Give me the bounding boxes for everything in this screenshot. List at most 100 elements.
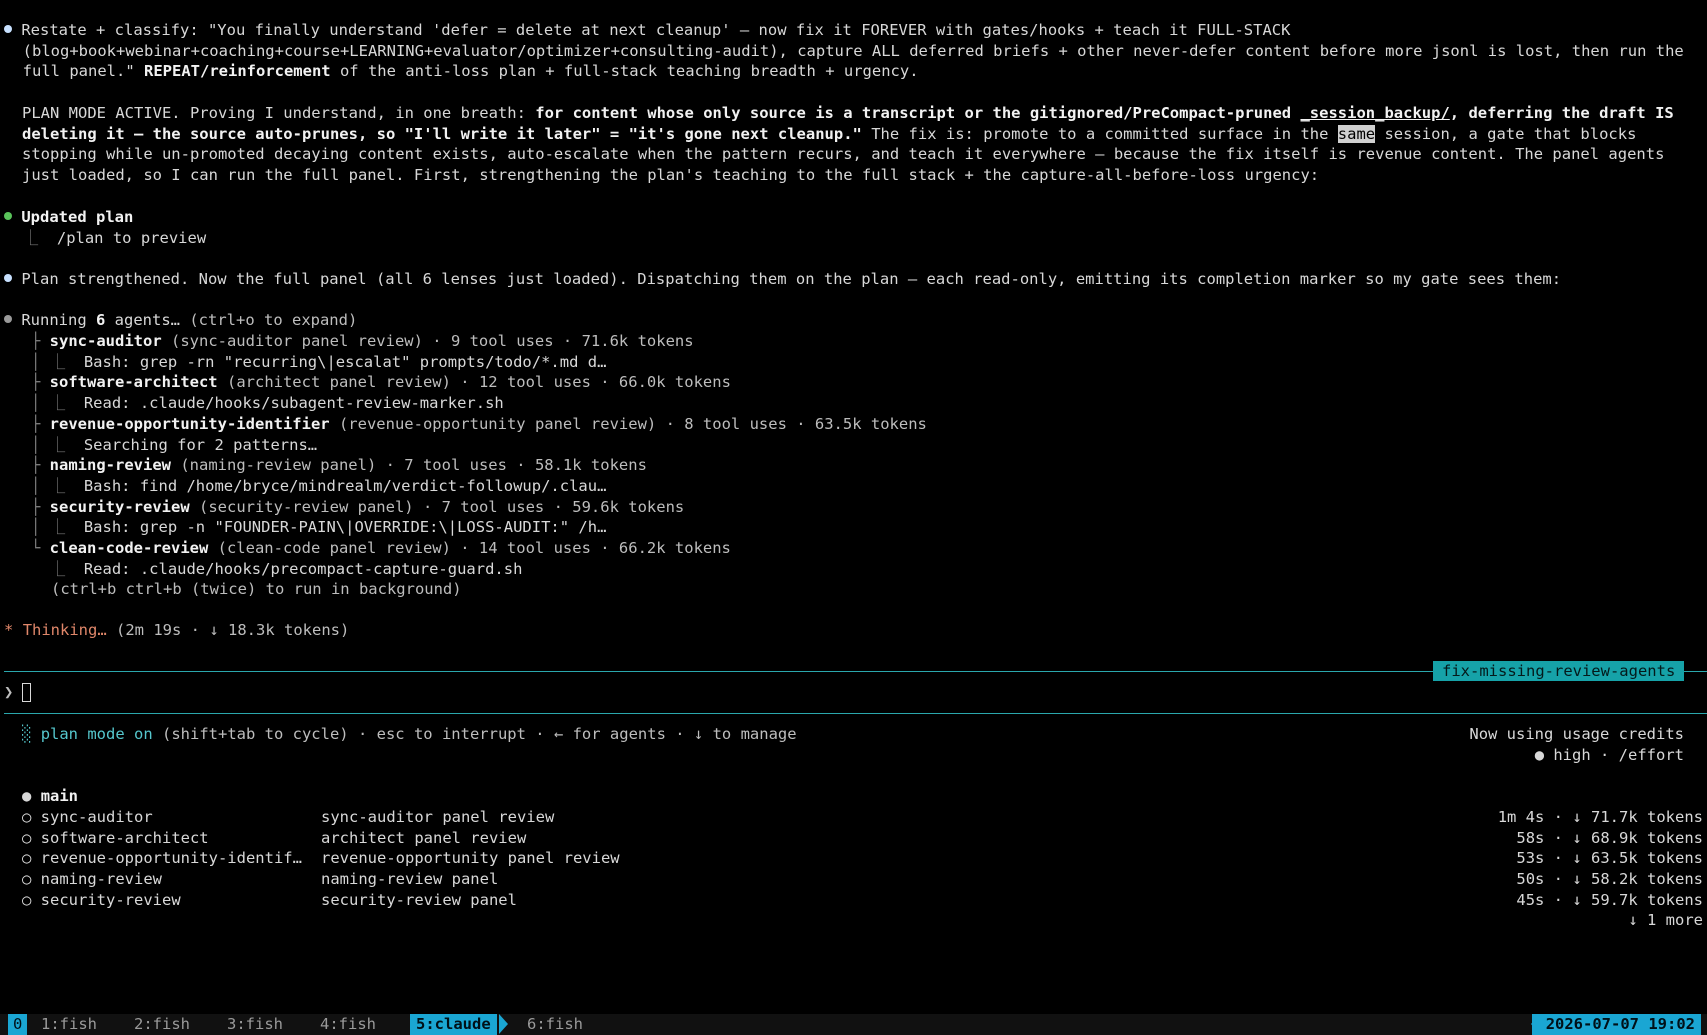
- agent-list-stats: 53s · ↓ 63.5k tokens: [1516, 849, 1703, 868]
- agent-list-stats: 45s · ↓ 59.7k tokens: [1516, 890, 1703, 909]
- agent-stats: (clean-code panel review) · 14 tool uses…: [208, 539, 731, 557]
- tmux-window-tab[interactable]: 6:fish: [527, 1014, 583, 1035]
- plan-preview-hint[interactable]: /plan to preview: [57, 229, 206, 247]
- message-bullet-icon: [4, 274, 12, 282]
- agent-list-name: ○ sync-auditor: [22, 807, 153, 828]
- agent-entry[interactable]: ├ naming-review (naming-review panel) · …: [31, 455, 647, 476]
- user-message: Restate + classify: "You finally underst…: [4, 20, 1684, 82]
- agent-activity-text: Read: .claude/hooks/subagent-review-mark…: [83, 394, 504, 413]
- prompt-input[interactable]: [22, 683, 31, 702]
- agent-name: clean-code-review: [49, 539, 209, 557]
- agent-activity-text: Searching for 2 patterns…: [83, 435, 318, 454]
- tree-connector-icon: ⎿: [31, 559, 84, 578]
- success-bullet-icon: [4, 212, 12, 220]
- effort-indicator[interactable]: ● high · /effort: [1535, 745, 1684, 766]
- unselected-dot-icon: ○: [22, 870, 41, 889]
- updated-plan-block: Updated plan ⎿ /plan to preview: [4, 207, 206, 248]
- agent-activity: │ ⎿ Bash: grep -n "FOUNDER-PAIN\|OVERRID…: [31, 517, 606, 538]
- user-message-line: full panel.": [22, 62, 144, 81]
- tree-branch-icon: ├: [31, 497, 50, 516]
- selected-dot-icon: ●: [22, 787, 32, 805]
- running-label: agents…: [105, 311, 180, 329]
- agent-list-desc: security-review panel: [321, 890, 517, 909]
- running-label: Running: [21, 311, 96, 329]
- tmux-window-tab[interactable]: 5:claude: [410, 1014, 497, 1035]
- agent-name: software-architect: [49, 373, 218, 392]
- tree-branch-icon: ├: [31, 332, 50, 350]
- running-agents-header[interactable]: Running 6 agents… (ctrl+o to expand): [4, 310, 357, 331]
- status-message-text: Plan strengthened. Now the full panel (a…: [21, 270, 1562, 288]
- tree-connector-icon: │ ⎿: [31, 476, 84, 495]
- message-bullet-icon: [4, 25, 12, 33]
- agent-list-stats: 58s · ↓ 68.9k tokens: [1516, 828, 1703, 847]
- plan-path-emphasis: _session_backup/: [1300, 104, 1450, 122]
- agent-list-name-text: revenue-opportunity-identif…: [40, 849, 302, 868]
- thinking-meta: (2m 19s · ↓ 18.3k tokens): [106, 621, 350, 639]
- plan-text: session, a gate that blocks: [1375, 124, 1637, 143]
- tmux-window-tab[interactable]: 2:fish: [134, 1014, 190, 1035]
- agent-entry[interactable]: ├ software-architect (architect panel re…: [31, 372, 731, 393]
- agent-entry[interactable]: ├ security-review (security-review panel…: [31, 497, 684, 518]
- agent-stats: (revenue-opportunity panel review) · 8 t…: [329, 414, 927, 433]
- plan-text: just loaded, so I can run the full panel…: [22, 166, 1320, 185]
- agent-list-desc: architect panel review: [321, 828, 527, 847]
- agent-entry[interactable]: ├ sync-auditor (sync-auditor panel revie…: [31, 331, 694, 352]
- agent-stats: (architect panel review) · 12 tool uses …: [217, 373, 731, 392]
- tree-connector-icon: │ ⎿: [31, 352, 84, 371]
- plan-paragraph: PLAN MODE ACTIVE. Proving I understand, …: [22, 103, 1674, 186]
- agent-list-main[interactable]: ● main: [22, 786, 78, 807]
- updated-plan-title: Updated plan: [21, 208, 134, 226]
- tmux-status-bar: 0 1:fish 2:fish 3:fish 4:fish 5:claude 6:fish…: [0, 1014, 1707, 1035]
- agent-entry[interactable]: ├ revenue-opportunity-identifier (revenu…: [31, 414, 927, 435]
- more-agents-indicator[interactable]: ↓ 1 more: [1628, 910, 1703, 931]
- agent-stats: (sync-auditor panel review) · 9 tool use…: [161, 332, 694, 350]
- agent-name: sync-auditor: [49, 332, 162, 350]
- unselected-dot-icon: ○: [22, 890, 41, 909]
- tmux-window-tab[interactable]: 3:fish: [227, 1014, 283, 1035]
- tmux-window-tab[interactable]: 4:fish: [320, 1014, 376, 1035]
- agent-activity-text: Bash: find /home/bryce/mindrealm/verdict…: [83, 476, 607, 495]
- tree-connector-icon: ⎿: [22, 228, 39, 247]
- prompt-bottom-divider: [4, 713, 1707, 714]
- agent-list-desc: sync-auditor panel review: [321, 808, 555, 826]
- agent-activity-text: Bash: grep -rn "recurring\|escalat" prom…: [83, 352, 607, 371]
- thinking-indicator: * Thinking… (2m 19s · ↓ 18.3k tokens): [4, 620, 349, 641]
- agent-activity: │ ⎿ Bash: grep -rn "recurring\|escalat" …: [31, 352, 606, 373]
- agent-list-stats: 1m 4s · ↓ 71.7k tokens: [1497, 808, 1703, 826]
- agent-activity-text: Bash: grep -n "FOUNDER-PAIN\|OVERRIDE:\|…: [83, 518, 607, 537]
- user-message-line: Restate + classify: "You finally underst…: [21, 21, 1291, 39]
- tree-branch-icon: ├: [31, 373, 50, 392]
- plan-text: stopping while un-promoted decaying cont…: [22, 145, 1665, 164]
- agent-list-name: ○ software-architect: [22, 828, 209, 849]
- tree-branch-icon: ├: [31, 456, 50, 475]
- agent-name: naming-review: [49, 456, 171, 475]
- user-message-line: (blog+book+webinar+coaching+course+LEARN…: [22, 41, 1684, 60]
- status-message: Plan strengthened. Now the full panel (a…: [4, 269, 1561, 290]
- prompt-chevron-icon: ❯: [4, 683, 14, 701]
- mode-hints: (shift+tab to cycle) · esc to interrupt …: [152, 725, 797, 743]
- highlighted-word: same: [1337, 124, 1376, 143]
- agent-name: security-review: [49, 497, 190, 516]
- unselected-dot-icon: ○: [22, 828, 41, 847]
- plan-text: PLAN MODE ACTIVE. Proving I understand, …: [22, 104, 536, 122]
- tree-connector-icon: │ ⎿: [31, 518, 84, 537]
- agent-stats: (security-review panel) · 7 tool uses · …: [189, 497, 685, 516]
- tmux-session-badge: 0: [8, 1014, 28, 1035]
- plan-emphasis: , deferring the draft IS: [1449, 104, 1674, 122]
- plan-text: The fix is: promote to a committed surfa…: [861, 124, 1338, 143]
- background-hint: (ctrl+b ctrl+b (twice) to run in backgro…: [51, 580, 462, 598]
- tmux-window-tab[interactable]: 1:fish: [41, 1014, 97, 1035]
- agent-stats: (naming-review panel) · 7 tool uses · 58…: [171, 456, 647, 475]
- user-message-emphasis: REPEAT/reinforcement: [144, 62, 331, 81]
- agent-count: 6: [96, 311, 106, 329]
- agent-list-name: ○ security-review: [22, 890, 181, 911]
- expand-hint: (ctrl+o to expand): [180, 311, 358, 329]
- agent-list-name-text: security-review: [40, 890, 181, 909]
- plan-emphasis: for content whose only source is a trans…: [535, 104, 1301, 122]
- agent-list-name-text: sync-auditor: [40, 808, 153, 826]
- plan-mode-label[interactable]: plan mode on: [41, 725, 153, 743]
- agent-list-name-text: naming-review: [40, 870, 162, 889]
- agent-entry[interactable]: └ clean-code-review (clean-code panel re…: [31, 538, 731, 559]
- unselected-dot-icon: ○: [22, 849, 41, 868]
- tmux-clock: 2026-07-07 19:02: [1531, 1014, 1701, 1035]
